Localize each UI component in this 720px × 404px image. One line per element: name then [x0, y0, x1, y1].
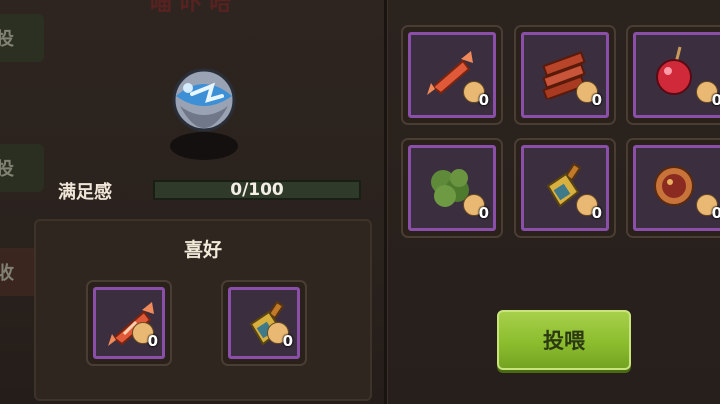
preference-item-candy[interactable]: 0 [86, 280, 172, 366]
item-count: 0 [591, 204, 602, 222]
satiety-label: 满足感 [58, 182, 112, 203]
preference-panel: 喜好 [34, 219, 372, 401]
inventory-item-candy[interactable]: 0 [401, 25, 503, 125]
preference-title: 喜好 [183, 239, 222, 261]
slot-frame: 0 [633, 145, 720, 231]
side-tab-feed-2[interactable]: 投 [0, 144, 44, 192]
slot-frame: 0 [93, 287, 165, 359]
inventory-item-candy-apple[interactable]: 0 [626, 25, 720, 125]
slot-frame: 0 [228, 287, 300, 359]
side-tab-label: 投 [0, 159, 14, 180]
slot-frame: 0 [521, 32, 609, 118]
satiety-value: 0/100 [230, 180, 284, 200]
item-count: 0 [711, 204, 720, 222]
item-count: 0 [147, 332, 158, 350]
item-count: 0 [711, 91, 720, 109]
pet-orb-icon [170, 68, 238, 160]
inventory-item-cookie[interactable]: 0 [626, 138, 720, 238]
cookie-icon [654, 166, 694, 206]
satiety-bar: 0/100 [153, 180, 361, 200]
side-tab-label: 投 [0, 29, 14, 50]
item-count: 0 [591, 91, 602, 109]
inventory-item-jerky[interactable]: 0 [514, 25, 616, 125]
slot-frame: 0 [408, 145, 496, 231]
preference-item-sauce[interactable]: 0 [221, 280, 307, 366]
panel-divider [384, 0, 387, 404]
top-decoration-text: 喵 卟 哈 [150, 0, 390, 12]
side-tab-label: 收 [0, 263, 14, 284]
inventory-item-sauce[interactable]: 0 [514, 138, 616, 238]
side-tab-feed-1[interactable]: 投 [0, 14, 44, 62]
item-count: 0 [478, 204, 489, 222]
item-count: 0 [478, 91, 489, 109]
slot-frame: 0 [521, 145, 609, 231]
candy-apple-icon [656, 46, 692, 95]
slot-frame: 0 [408, 32, 496, 118]
item-count: 0 [282, 332, 293, 350]
slot-frame: 0 [633, 32, 720, 118]
feed-button[interactable]: 投喂 [497, 310, 631, 370]
inventory-item-herb[interactable]: 0 [401, 138, 503, 238]
